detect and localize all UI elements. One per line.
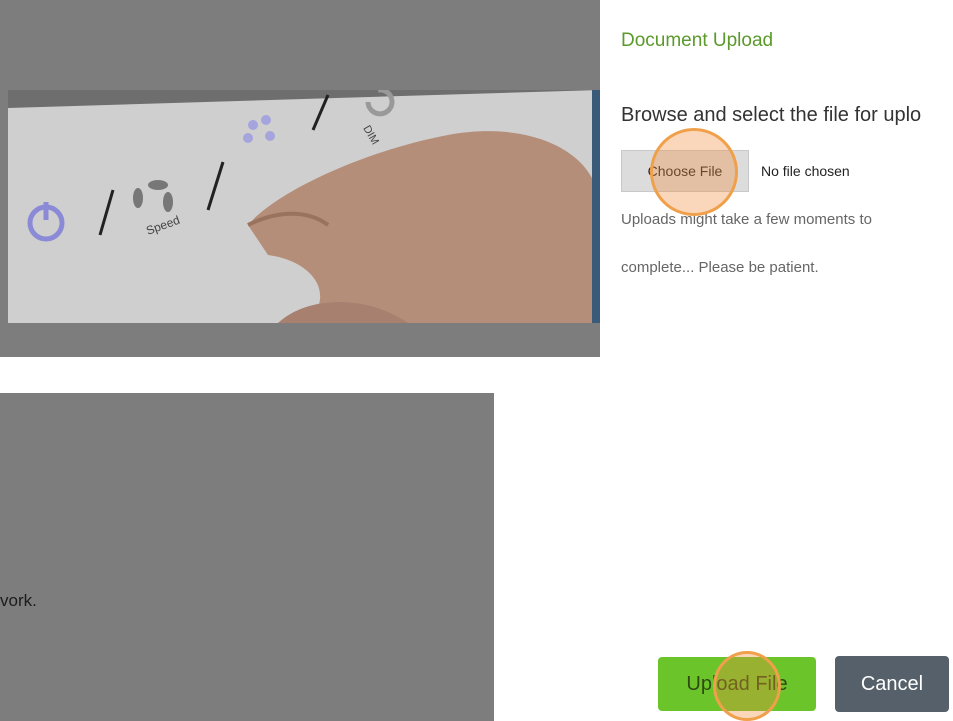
device-control-panel-image: Speed DIM xyxy=(8,90,600,323)
upload-hint-line2: complete... Please be patient. xyxy=(621,259,819,276)
file-status-label: No file chosen xyxy=(761,163,850,179)
background-text: vork. xyxy=(0,591,37,610)
click-indicator xyxy=(713,651,781,721)
click-indicator xyxy=(650,128,738,216)
photo-edge xyxy=(592,90,600,323)
background-photo: Speed DIM xyxy=(8,90,600,323)
cancel-button[interactable]: Cancel xyxy=(835,656,949,712)
background-panel-bottom xyxy=(0,393,494,721)
upload-instruction: Browse and select the file for uplo xyxy=(621,104,922,126)
modal-title: Document Upload xyxy=(621,30,774,51)
upload-hint-line1: Uploads might take a few moments to xyxy=(621,211,872,228)
